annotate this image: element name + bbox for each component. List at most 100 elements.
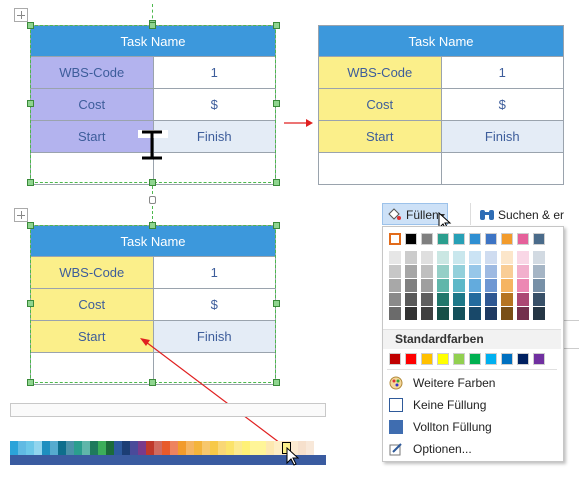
palette-swatch[interactable] <box>42 441 50 455</box>
shade-color-swatch[interactable] <box>485 265 497 278</box>
palette-swatch[interactable] <box>194 441 202 455</box>
palette-swatch[interactable] <box>66 441 74 455</box>
theme-color-swatch[interactable] <box>501 233 513 245</box>
shade-color-swatch[interactable] <box>437 279 449 292</box>
standard-color-swatch[interactable] <box>485 353 497 365</box>
theme-color-swatch[interactable] <box>517 233 529 245</box>
shade-color-swatch[interactable] <box>453 251 465 264</box>
theme-color-swatch[interactable] <box>485 233 497 245</box>
solid-fill-item[interactable]: Vollton Füllung <box>387 417 557 437</box>
palette-swatch[interactable] <box>82 441 90 455</box>
theme-color-swatch[interactable] <box>453 233 465 245</box>
shade-color-swatch[interactable] <box>469 293 481 306</box>
shade-color-swatch[interactable] <box>389 293 401 306</box>
shade-color-swatch[interactable] <box>389 307 401 320</box>
shade-color-swatch[interactable] <box>421 279 433 292</box>
shade-color-swatch[interactable] <box>533 251 545 264</box>
shade-color-swatch[interactable] <box>533 307 545 320</box>
standard-color-swatch[interactable] <box>501 353 513 365</box>
shade-color-swatch[interactable] <box>389 265 401 278</box>
shade-color-swatch[interactable] <box>389 279 401 292</box>
palette-swatch[interactable] <box>306 441 314 455</box>
shade-color-swatch[interactable] <box>469 279 481 292</box>
shade-color-swatch[interactable] <box>421 293 433 306</box>
shade-color-swatch[interactable] <box>517 293 529 306</box>
palette-swatch[interactable] <box>234 441 242 455</box>
shade-color-swatch[interactable] <box>485 251 497 264</box>
palette-swatch[interactable] <box>18 441 26 455</box>
shade-color-swatch[interactable] <box>517 307 529 320</box>
shade-color-swatch[interactable] <box>421 265 433 278</box>
palette-swatch[interactable] <box>218 441 226 455</box>
shade-color-swatch[interactable] <box>405 251 417 264</box>
shade-color-swatch[interactable] <box>421 307 433 320</box>
shade-color-swatch[interactable] <box>485 307 497 320</box>
standard-color-swatch[interactable] <box>405 353 417 365</box>
standard-color-swatch[interactable] <box>517 353 529 365</box>
shade-color-swatch[interactable] <box>421 251 433 264</box>
shade-color-swatch[interactable] <box>485 293 497 306</box>
palette-swatch[interactable] <box>10 441 18 455</box>
palette-swatch[interactable] <box>130 441 138 455</box>
palette-swatch[interactable] <box>258 441 266 455</box>
shade-color-swatch[interactable] <box>469 265 481 278</box>
search-replace-label[interactable]: Suchen & er <box>498 208 564 222</box>
shade-color-swatch[interactable] <box>453 279 465 292</box>
palette-swatch[interactable] <box>210 441 218 455</box>
standard-color-swatch[interactable] <box>469 353 481 365</box>
standard-color-swatch[interactable] <box>533 353 545 365</box>
palette-swatch[interactable] <box>274 441 282 455</box>
shade-color-swatch[interactable] <box>405 293 417 306</box>
shade-color-swatch[interactable] <box>533 293 545 306</box>
standard-color-swatch[interactable] <box>453 353 465 365</box>
shade-color-swatch[interactable] <box>501 279 513 292</box>
palette-swatch[interactable] <box>98 441 106 455</box>
theme-color-swatch[interactable] <box>533 233 545 245</box>
theme-color-swatch[interactable] <box>421 233 433 245</box>
shade-color-swatch[interactable] <box>533 265 545 278</box>
theme-color-swatch[interactable] <box>437 233 449 245</box>
standard-color-swatch[interactable] <box>437 353 449 365</box>
palette-swatch[interactable] <box>138 441 146 455</box>
color-palette-bar[interactable] <box>10 441 314 455</box>
shade-color-swatch[interactable] <box>437 307 449 320</box>
shade-color-swatch[interactable] <box>469 251 481 264</box>
palette-swatch[interactable] <box>58 441 66 455</box>
palette-swatch[interactable] <box>114 441 122 455</box>
palette-swatch[interactable] <box>178 441 186 455</box>
palette-swatch[interactable] <box>266 441 274 455</box>
palette-swatch[interactable] <box>170 441 178 455</box>
standard-color-swatch[interactable] <box>389 353 401 365</box>
more-colors-item[interactable]: Weitere Farben <box>387 373 557 393</box>
shade-color-swatch[interactable] <box>453 265 465 278</box>
shade-color-swatch[interactable] <box>389 251 401 264</box>
shade-color-swatch[interactable] <box>437 293 449 306</box>
shade-color-swatch[interactable] <box>501 307 513 320</box>
shade-color-swatch[interactable] <box>517 279 529 292</box>
palette-swatch[interactable] <box>146 441 154 455</box>
theme-color-swatch[interactable] <box>469 233 481 245</box>
theme-color-swatch[interactable] <box>405 233 417 245</box>
shade-color-swatch[interactable] <box>405 307 417 320</box>
theme-color-swatch[interactable] <box>389 233 401 245</box>
palette-swatch[interactable] <box>74 441 82 455</box>
palette-swatch[interactable] <box>154 441 162 455</box>
palette-swatch[interactable] <box>250 441 258 455</box>
horizontal-scrollbar[interactable] <box>10 403 326 417</box>
palette-swatch[interactable] <box>242 441 250 455</box>
palette-swatch[interactable] <box>26 441 34 455</box>
shade-color-swatch[interactable] <box>485 279 497 292</box>
palette-swatch[interactable] <box>34 441 42 455</box>
palette-swatch[interactable] <box>202 441 210 455</box>
palette-swatch[interactable] <box>122 441 130 455</box>
shade-color-swatch[interactable] <box>453 293 465 306</box>
options-item[interactable]: Optionen... <box>387 439 557 459</box>
palette-swatch[interactable] <box>90 441 98 455</box>
shade-color-swatch[interactable] <box>437 251 449 264</box>
shade-color-swatch[interactable] <box>501 265 513 278</box>
palette-swatch[interactable] <box>50 441 58 455</box>
shade-color-swatch[interactable] <box>405 265 417 278</box>
shade-color-swatch[interactable] <box>533 279 545 292</box>
standard-color-swatch[interactable] <box>421 353 433 365</box>
shade-color-swatch[interactable] <box>453 307 465 320</box>
